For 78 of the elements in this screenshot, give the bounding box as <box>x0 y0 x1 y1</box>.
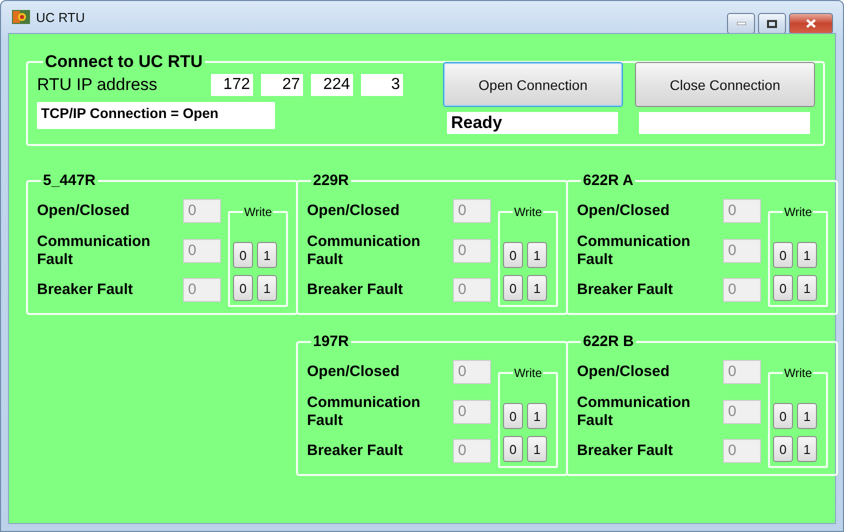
close-button[interactable] <box>789 13 833 34</box>
maximize-icon <box>767 20 777 28</box>
field-label: Open/Closed <box>37 202 131 220</box>
minimize-icon <box>736 22 746 25</box>
group-title: 197R <box>312 333 350 350</box>
field-label: Breaker Fault <box>307 281 404 299</box>
value-field: 0 <box>183 239 221 263</box>
group-title: Write <box>783 205 813 219</box>
value-field: 0 <box>453 439 491 463</box>
value-field: 0 <box>723 239 761 263</box>
value-field: 0 <box>183 199 221 223</box>
group-title: Write <box>243 205 273 219</box>
write-button[interactable]: 0 <box>773 275 793 301</box>
field-label: Communication Fault <box>577 394 692 430</box>
field-label: Breaker Fault <box>307 442 404 460</box>
field-label: Communication Fault <box>577 233 692 269</box>
write-button[interactable]: 1 <box>527 403 547 429</box>
field-label: Communication Fault <box>307 394 422 430</box>
field-label: Breaker Fault <box>577 442 674 460</box>
write-button[interactable]: 1 <box>527 436 547 462</box>
maximize-button[interactable] <box>758 13 786 34</box>
connection-button[interactable]: Close Connection <box>635 62 815 107</box>
field-label: RTU IP address <box>37 75 158 95</box>
value-field: 0 <box>453 199 491 223</box>
field-label: Open/Closed <box>577 202 671 220</box>
connection-button[interactable]: Open Connection <box>443 62 623 107</box>
field-label: Communication Fault <box>37 233 152 269</box>
field-label: Communication Fault <box>307 233 422 269</box>
write-button[interactable]: 0 <box>503 242 523 268</box>
write-button[interactable]: 0 <box>503 275 523 301</box>
ip-octet-field[interactable]: 224 <box>311 74 353 96</box>
group-title: Connect to UC RTU <box>44 52 204 72</box>
field-label: Breaker Fault <box>577 281 674 299</box>
group-title: 5_447R <box>42 172 97 189</box>
group-title: Write <box>513 366 543 380</box>
field-label: Open/Closed <box>307 363 401 381</box>
ip-octet-field[interactable]: 3 <box>361 74 403 96</box>
write-button[interactable]: 0 <box>503 436 523 462</box>
field-label: Open/Closed <box>577 363 671 381</box>
write-button[interactable]: 0 <box>233 242 253 268</box>
write-button[interactable]: 1 <box>257 275 277 301</box>
app-icon <box>12 10 30 24</box>
write-button[interactable]: 1 <box>797 403 817 429</box>
group-title: 622R B <box>582 333 635 350</box>
ip-octet-field[interactable]: 172 <box>211 74 253 96</box>
group-title: 229R <box>312 172 350 189</box>
write-button[interactable]: 1 <box>527 275 547 301</box>
value-field: 0 <box>723 199 761 223</box>
value-field: 0 <box>453 360 491 384</box>
value-field: 0 <box>183 278 221 302</box>
write-button[interactable]: 0 <box>503 403 523 429</box>
value-field: 0 <box>453 239 491 263</box>
write-button[interactable]: 1 <box>257 242 277 268</box>
value-field: 0 <box>723 439 761 463</box>
write-button[interactable]: 0 <box>233 275 253 301</box>
value-field: 0 <box>453 400 491 424</box>
ip-octet-field[interactable]: 27 <box>261 74 303 96</box>
write-button[interactable]: 1 <box>527 242 547 268</box>
write-button[interactable]: 0 <box>773 403 793 429</box>
status-field: Ready <box>447 112 618 134</box>
group-title: Write <box>513 205 543 219</box>
value-field: 0 <box>723 400 761 424</box>
write-button[interactable]: 1 <box>797 436 817 462</box>
group-title: 622R A <box>582 172 634 189</box>
write-button[interactable]: 1 <box>797 242 817 268</box>
field-label: Open/Closed <box>307 202 401 220</box>
write-button[interactable]: 1 <box>797 275 817 301</box>
write-button[interactable]: 0 <box>773 436 793 462</box>
window-title: UC RTU <box>36 10 86 24</box>
minimize-button[interactable] <box>727 13 755 34</box>
group-title: Write <box>783 366 813 380</box>
field-label: Breaker Fault <box>37 281 134 299</box>
write-button[interactable]: 0 <box>773 242 793 268</box>
value-field: 0 <box>723 278 761 302</box>
value-field: 0 <box>723 360 761 384</box>
close-icon <box>806 19 816 28</box>
value-field: 0 <box>453 278 491 302</box>
connection-status: TCP/IP Connection = Open <box>37 102 275 129</box>
